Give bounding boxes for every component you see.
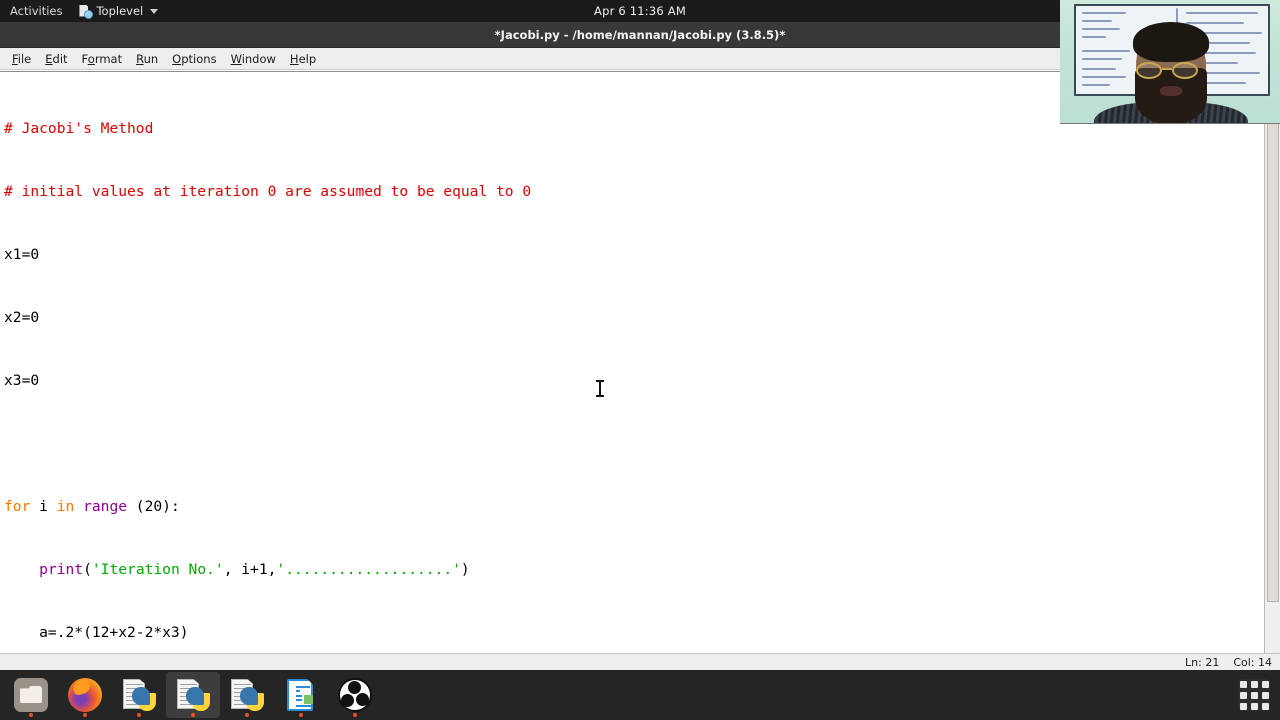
code-text: i xyxy=(30,498,57,515)
dock-item-python-3[interactable] xyxy=(220,672,274,718)
dock-item-files[interactable] xyxy=(4,672,58,718)
code-comment: # initial values at iteration 0 are assu… xyxy=(4,183,532,200)
dock-item-firefox[interactable] xyxy=(58,672,112,718)
code-comment: # Jacobi's Method xyxy=(4,120,154,137)
menu-item-window[interactable]: Window xyxy=(224,50,283,68)
dock-item-python-1[interactable] xyxy=(112,672,166,718)
show-applications-icon[interactable] xyxy=(1238,679,1270,711)
code-text: (20): xyxy=(127,498,180,515)
scrollbar-thumb[interactable] xyxy=(1267,72,1279,602)
status-bar: Ln: 21 Col: 14 xyxy=(0,653,1280,670)
window-title: *Jacobi.py - /home/mannan/Jacobi.py (3.8… xyxy=(494,27,786,42)
code-string: 'Iteration No.' xyxy=(91,561,224,578)
app-menu-toplevel[interactable]: Toplevel xyxy=(72,4,164,19)
menu-item-options[interactable]: Options xyxy=(165,50,223,68)
status-line-number: Ln: 21 xyxy=(1185,655,1220,669)
app-menu-label: Toplevel xyxy=(96,4,144,18)
code-text: , i+1, xyxy=(223,561,277,578)
status-column-number: Col: 14 xyxy=(1233,655,1272,669)
code-text: x2=0 xyxy=(4,309,40,326)
activities-button[interactable]: Activities xyxy=(0,4,72,18)
code-keyword: in xyxy=(56,498,75,515)
menu-item-edit[interactable]: Edit xyxy=(38,50,74,68)
python-file-icon xyxy=(230,678,264,712)
libreoffice-icon xyxy=(284,678,318,712)
code-builtin: print xyxy=(39,561,84,578)
dock-item-obs-studio[interactable] xyxy=(328,672,382,718)
person-figure xyxy=(1094,22,1248,123)
code-string: '...................' xyxy=(276,561,461,578)
python-file-icon xyxy=(78,5,94,19)
code-line: x1=0 xyxy=(4,244,1264,265)
desktop-screen: Activities Toplevel Apr 6 11:36 AM *Jaco… xyxy=(0,0,1280,720)
running-indicator xyxy=(137,713,141,717)
webcam-overlay xyxy=(1060,0,1280,124)
code-text: ) xyxy=(460,561,470,578)
chevron-down-icon xyxy=(150,8,159,14)
code-text: a=.2*(12+x2-2*x3) xyxy=(4,624,189,641)
code-text: ( xyxy=(83,561,92,578)
folder-icon xyxy=(14,678,48,712)
running-indicator xyxy=(299,713,303,717)
running-indicator xyxy=(83,713,87,717)
menu-item-help[interactable]: Help xyxy=(283,50,323,68)
code-line: x2=0 xyxy=(4,307,1264,328)
obs-icon xyxy=(338,678,372,712)
menu-item-run[interactable]: Run xyxy=(129,50,165,68)
code-text: x3=0 xyxy=(4,372,40,389)
code-keyword: for xyxy=(4,498,31,515)
code-text-area[interactable]: # Jacobi's Method # initial values at it… xyxy=(0,72,1264,673)
dock-item-list xyxy=(0,672,382,718)
code-line: # initial values at iteration 0 are assu… xyxy=(4,181,1264,202)
firefox-icon xyxy=(68,678,102,712)
code-builtin: range xyxy=(74,498,128,515)
menu-item-format[interactable]: Format xyxy=(75,50,130,68)
code-line: a=.2*(12+x2-2*x3) xyxy=(4,622,1264,643)
dock-item-python-2[interactable] xyxy=(166,672,220,718)
vertical-scrollbar[interactable] xyxy=(1264,72,1280,673)
code-line: for i in range (20): xyxy=(4,496,1264,517)
running-indicator xyxy=(191,713,195,717)
code-text: x1=0 xyxy=(4,246,40,263)
menu-item-file[interactable]: File xyxy=(5,50,38,68)
code-line: x3=0 xyxy=(4,370,1264,391)
python-file-icon xyxy=(122,678,156,712)
taskbar-dock xyxy=(0,670,1280,720)
running-indicator xyxy=(353,713,357,717)
running-indicator xyxy=(245,713,249,717)
python-file-icon xyxy=(176,678,210,712)
editor-area: # Jacobi's Method # initial values at it… xyxy=(0,71,1280,673)
dock-item-libreoffice[interactable] xyxy=(274,672,328,718)
running-indicator xyxy=(29,713,33,717)
code-line: print('Iteration No.', i+1,'............… xyxy=(4,559,1264,580)
